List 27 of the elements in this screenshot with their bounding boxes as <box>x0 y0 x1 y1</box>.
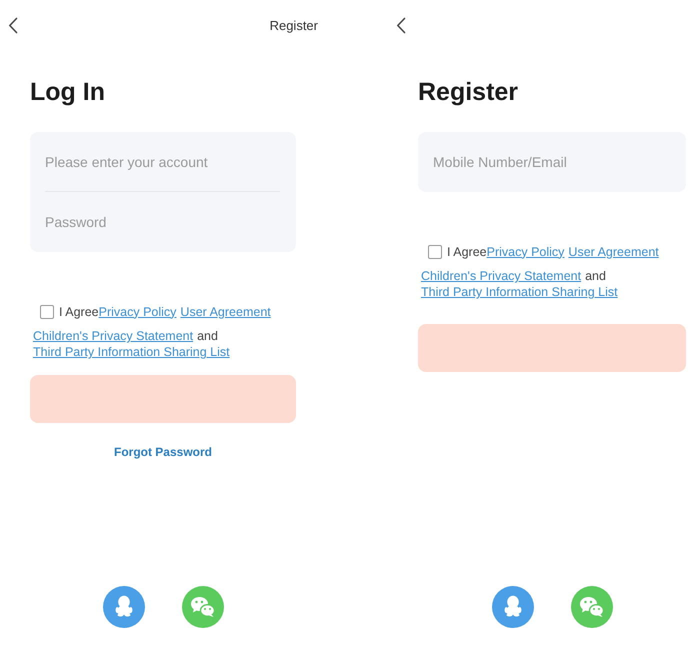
policy-link[interactable]: Children's Privacy Statement <box>33 329 194 343</box>
penguin-icon[interactable] <box>492 586 534 628</box>
chevron-left-icon <box>396 16 406 34</box>
chat-bubbles-icon[interactable] <box>182 586 224 628</box>
chevron-left-icon <box>8 16 18 34</box>
policy-link[interactable]: User Agreement <box>568 244 659 260</box>
input-field[interactable]: Mobile Number/Email <box>418 132 686 192</box>
agreement-text: and <box>585 269 606 283</box>
policy-link[interactable]: User Agreement <box>180 304 271 320</box>
chat-bubbles-icon[interactable] <box>570 586 612 628</box>
page-title: Register <box>418 77 520 107</box>
agreement-text: I Agree <box>447 244 487 260</box>
policy-link[interactable]: Third Party Information Sharing List <box>33 345 230 359</box>
page-title: Log In <box>30 77 106 107</box>
agreement-text: I Agree <box>59 304 99 320</box>
policy-link[interactable]: Third Party Information Sharing List <box>421 285 618 299</box>
agreement-text: and <box>197 329 218 343</box>
input-field[interactable]: Password <box>30 192 296 252</box>
policy-link[interactable]: Privacy Policy <box>486 244 564 260</box>
policy-link[interactable]: Children's Privacy Statement <box>421 269 582 283</box>
register-link[interactable]: Register <box>268 16 320 34</box>
forgot-password-link[interactable]: Forgot Password <box>112 443 214 461</box>
input-field[interactable]: Please enter your account <box>30 132 296 192</box>
policy-link[interactable]: Privacy Policy <box>98 304 176 320</box>
checkbox[interactable] <box>40 305 54 319</box>
checkbox[interactable] <box>428 245 442 259</box>
penguin-icon[interactable] <box>102 586 144 628</box>
